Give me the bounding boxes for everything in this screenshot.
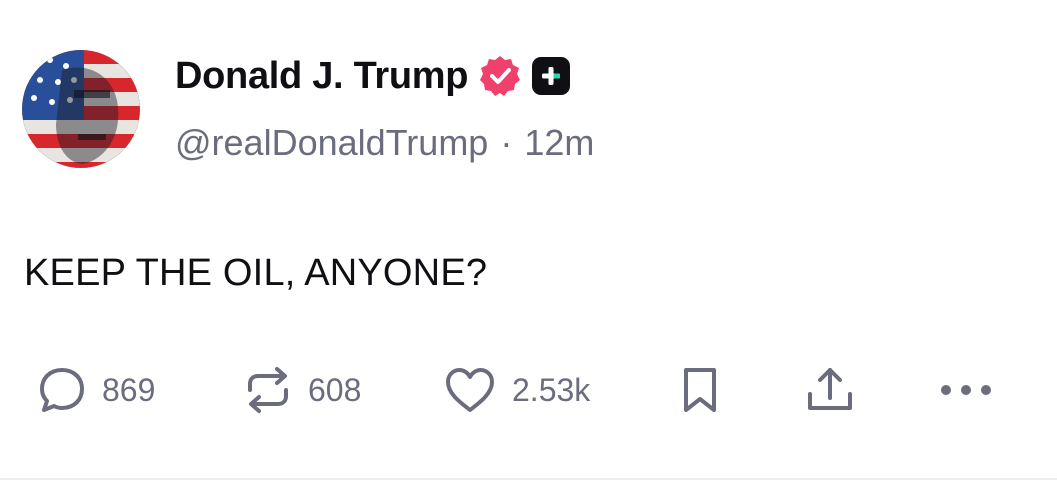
author-name[interactable]: Donald J. Trump <box>175 55 469 98</box>
reply-button[interactable]: 869 <box>36 360 155 420</box>
like-icon <box>446 368 494 412</box>
more-button[interactable] <box>936 360 996 420</box>
action-bar: 869 608 2.53k <box>36 360 1036 420</box>
post-header: Donald J. Trump @realDonaldTrump · 12m <box>175 52 594 164</box>
repost-count: 608 <box>308 371 362 408</box>
repost-icon <box>248 367 288 413</box>
bookmark-button[interactable] <box>676 360 724 420</box>
verified-badge-icon <box>478 54 522 98</box>
share-button[interactable] <box>802 360 858 420</box>
post-card: Donald J. Trump @realDonaldTrump · 12m K… <box>0 0 1057 478</box>
more-icon <box>941 385 991 395</box>
post-text: KEEP THE OIL, ANYONE? <box>24 252 488 294</box>
meta-row: @realDonaldTrump · 12m <box>175 122 594 164</box>
plus-badge-icon <box>532 57 571 95</box>
name-row: Donald J. Trump <box>175 52 594 100</box>
reply-count: 869 <box>102 371 156 408</box>
timestamp[interactable]: 12m <box>524 122 594 164</box>
repost-button[interactable]: 608 <box>242 360 361 420</box>
share-icon <box>808 368 852 410</box>
reply-icon <box>40 368 84 412</box>
bookmark-icon <box>684 368 716 412</box>
like-count: 2.53k <box>512 371 591 408</box>
like-button[interactable]: 2.53k <box>442 360 590 420</box>
avatar[interactable] <box>22 50 140 168</box>
author-handle[interactable]: @realDonaldTrump <box>175 122 488 164</box>
post-divider <box>0 478 1057 480</box>
meta-separator: · <box>500 122 513 163</box>
